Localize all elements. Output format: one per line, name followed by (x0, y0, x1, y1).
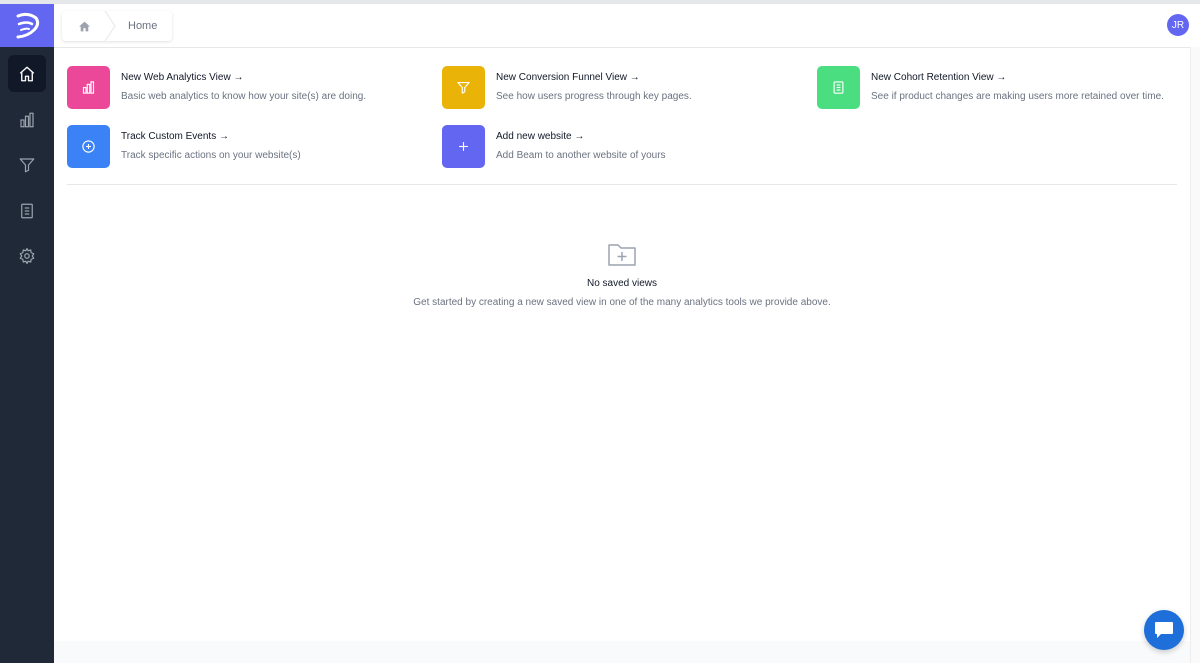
sidebar-item-settings[interactable] (8, 237, 46, 274)
funnel-icon (19, 157, 35, 172)
bar-chart-icon (82, 81, 95, 94)
plus-circle-icon (82, 140, 95, 153)
card-description: Track specific actions on your website(s… (121, 150, 301, 161)
sidebar (0, 4, 54, 663)
card-icon-bg (67, 66, 110, 109)
clipboard-icon (21, 203, 33, 218)
breadcrumb-home-link[interactable] (62, 11, 106, 41)
card-description: Basic web analytics to know how your sit… (121, 91, 367, 102)
action-card-add-website[interactable]: Add new website → Add Beam to another we… (442, 125, 802, 169)
action-card-cohort-retention[interactable]: New Cohort Retention View → See if produ… (817, 66, 1177, 110)
card-description: Add Beam to another website of yours (496, 150, 666, 161)
empty-state-title: No saved views (586, 278, 658, 289)
card-icon-bg (817, 66, 860, 109)
scrollbar-track[interactable] (1190, 47, 1200, 663)
chat-support-button[interactable] (1144, 610, 1184, 650)
card-icon-bg (442, 66, 485, 109)
card-icon-bg (67, 125, 110, 168)
empty-state-description: Get started by creating a new saved view… (413, 297, 831, 308)
breadcrumb-separator-icon (104, 11, 116, 41)
sidebar-item-analytics[interactable] (8, 101, 46, 138)
section-divider (67, 184, 1177, 185)
breadcrumb: Home (62, 11, 172, 41)
breadcrumb-current[interactable]: Home (128, 20, 157, 32)
funnel-icon (457, 81, 470, 94)
bar-chart-icon (20, 112, 34, 127)
card-title[interactable]: New Cohort Retention View → (871, 72, 1006, 83)
folder-plus-icon (608, 244, 636, 266)
card-description: See if product changes are making users … (871, 91, 1164, 102)
chat-bubble-icon (1155, 622, 1173, 638)
card-title[interactable]: Track Custom Events → (121, 131, 229, 142)
action-card-conversion-funnel[interactable]: New Conversion Funnel View → See how use… (442, 66, 802, 110)
app-logo[interactable] (0, 4, 54, 47)
action-card-web-analytics[interactable]: New Web Analytics View → Basic web analy… (67, 66, 427, 110)
sidebar-item-home[interactable] (8, 55, 46, 92)
footer-strip (54, 641, 1190, 663)
home-icon (19, 66, 35, 81)
card-icon-bg (442, 125, 485, 168)
card-description: See how users progress through key pages… (496, 91, 692, 102)
sidebar-item-cohorts[interactable] (8, 192, 46, 229)
user-avatar[interactable]: JR (1167, 14, 1189, 36)
sidebar-item-funnels[interactable] (8, 146, 46, 183)
home-icon (78, 21, 90, 31)
plus-icon (459, 142, 468, 151)
card-title[interactable]: Add new website → (496, 131, 584, 142)
clipboard-icon (833, 81, 844, 94)
card-title[interactable]: New Web Analytics View → (121, 72, 243, 83)
gear-icon (19, 247, 35, 264)
top-header: Home JR (54, 4, 1200, 48)
action-card-custom-events[interactable]: Track Custom Events → Track specific act… (67, 125, 427, 169)
logo-icon (16, 12, 40, 38)
card-title[interactable]: New Conversion Funnel View → (496, 72, 640, 83)
